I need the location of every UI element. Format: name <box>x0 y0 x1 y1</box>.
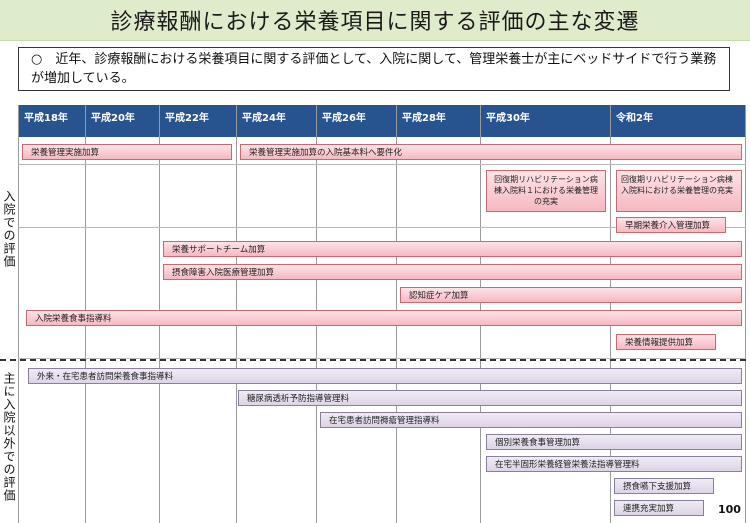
year-header-h30: 平成30年 <box>486 113 530 124</box>
column-line <box>18 105 19 523</box>
bar-eiyo-kanri-jisshi: 栄養管理実施加算 <box>22 144 232 160</box>
title-bar: 診療報酬における栄養項目に関する評価の主な変遷 <box>0 0 750 41</box>
bar-ninchisho: 認知症ケア加算 <box>400 287 742 303</box>
year-header-h26: 平成26年 <box>322 113 366 124</box>
year-header-h22: 平成22年 <box>165 113 209 124</box>
bar-jokuso: 在宅患者訪問褥瘡管理指導料 <box>320 412 742 428</box>
bar-joho-teikyo: 栄養情報提供加算 <box>616 334 716 350</box>
column-line <box>745 105 746 523</box>
section-separator <box>0 359 746 361</box>
bar-soki-eiyo: 早期栄養介入管理加算 <box>616 217 726 233</box>
bar-gairai: 外来・在宅患者訪問栄養食事指導料 <box>28 368 742 384</box>
section-label-inpatient: 入院での評価 <box>2 190 16 268</box>
summary-box: ○ 近年、診療報酬における栄養項目に関する評価として、入院に関して、管理栄養士が… <box>18 47 730 91</box>
bar-kaifuku-h30: 回復期リハビリテーション病棟入院料１における栄養管理の充実 <box>486 170 606 212</box>
bar-eiyo-kanri-kihon: 栄養管理実施加算の入院基本料へ要件化 <box>240 144 742 160</box>
bar-zaitaku-hankotai: 在宅半固形栄養経管栄養法指導管理料 <box>486 456 742 472</box>
timeline-chart: 平成18年 平成20年 平成22年 平成24年 平成26年 平成28年 平成30… <box>0 100 750 523</box>
page-title: 診療報酬における栄養項目に関する評価の主な変遷 <box>110 10 640 35</box>
bar-nst: 栄養サポートチーム加算 <box>163 241 742 257</box>
year-header-h24: 平成24年 <box>242 113 286 124</box>
section-label-outpatient: 主に入院以外での評価 <box>2 372 16 502</box>
year-header-r2: 令和2年 <box>616 113 653 124</box>
row-line <box>18 164 746 165</box>
year-header-h20: 平成20年 <box>91 113 135 124</box>
bar-kobetsu: 個別栄養食事管理加算 <box>486 434 742 450</box>
bar-kaifuku-r2: 回復期リハビリテーション病棟入院料における栄養管理の充実 <box>616 170 742 212</box>
bar-renkei: 連携充実加算 <box>614 500 704 516</box>
year-header-row: 平成18年 平成20年 平成22年 平成24年 平成26年 平成28年 平成30… <box>18 105 746 137</box>
bar-sesshoku: 摂食障害入院医療管理加算 <box>163 264 742 280</box>
year-header-h28: 平成28年 <box>402 113 446 124</box>
page-number: 100 <box>718 503 741 516</box>
bar-nyuin-shidou: 入院栄養食事指導料 <box>26 310 742 326</box>
bar-tonyobyo: 糖尿病透析予防指導管理料 <box>238 390 742 406</box>
year-header-h18: 平成18年 <box>24 113 68 124</box>
bar-engeshita: 摂食嚥下支援加算 <box>614 478 714 494</box>
